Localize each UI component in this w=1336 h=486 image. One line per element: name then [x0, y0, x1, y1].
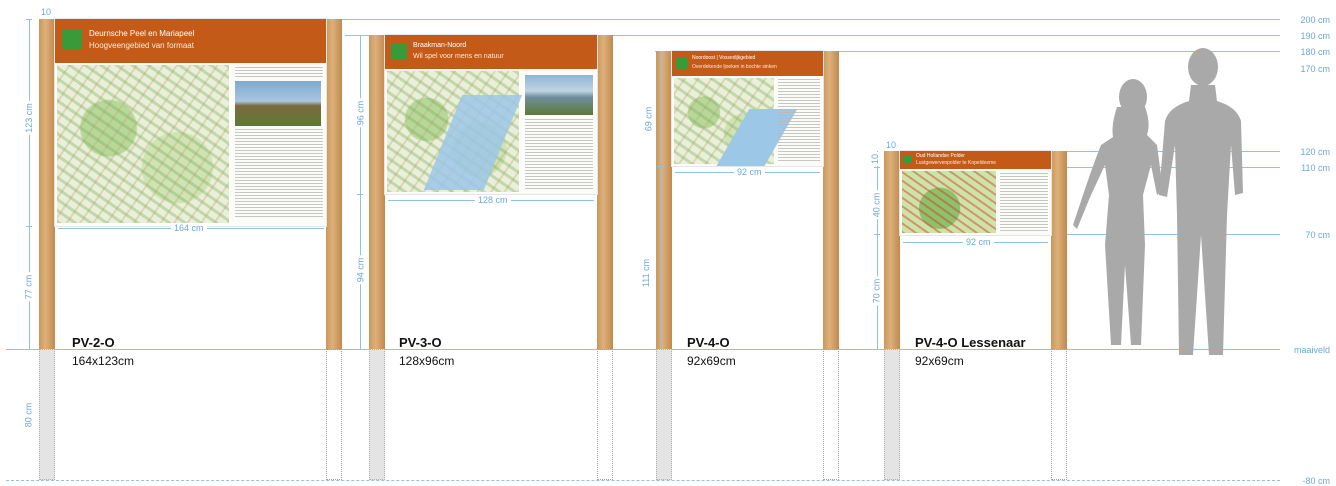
post-underground-right — [823, 349, 839, 480]
level-label-120: 120 cm — [1300, 147, 1330, 157]
leg-dim-label: 77 cm — [23, 272, 34, 302]
panel-title: Braakman-Noord — [413, 42, 467, 49]
panel-map — [57, 65, 229, 223]
post-left — [39, 19, 55, 349]
height-dim-label: 69 cm — [643, 104, 654, 134]
panel-text — [1000, 173, 1048, 231]
post-underground-right — [1051, 349, 1067, 480]
woman-silhouette-icon — [1073, 79, 1163, 345]
height-dim-label: 96 cm — [355, 98, 366, 128]
panel-subtitle: Overdekende ljoeken in bochte sinken — [692, 64, 777, 70]
panel-title: Oud Hollandse Polder — [916, 153, 965, 159]
dim-tick — [657, 166, 663, 167]
level-line-minus80 — [6, 480, 1280, 481]
panel-photo — [525, 75, 593, 115]
sign-size: 92x69cm — [687, 354, 736, 368]
level-label-200: 200 cm — [1300, 15, 1330, 25]
panel-subtitle: Hoogveengebied van formaat — [89, 41, 194, 50]
leg-dim-label: 94 cm — [355, 255, 366, 285]
post-right — [823, 51, 839, 349]
panel-text — [235, 67, 323, 79]
dim-tick — [874, 234, 880, 235]
post-left — [884, 151, 900, 349]
post-right — [597, 35, 613, 349]
level-label-minus80: -80 cm — [1302, 476, 1330, 486]
post-underground-right — [597, 349, 613, 480]
sign-model: PV-4-O — [687, 335, 730, 350]
people-silhouettes — [1073, 48, 1243, 355]
sign-size: 92x69cm — [915, 354, 964, 368]
sign-model: PV-2-O — [72, 335, 115, 350]
height-dim-line — [660, 51, 661, 349]
level-label-70: 70 cm — [1305, 230, 1330, 240]
man-silhouette-icon — [1159, 48, 1243, 355]
side-dim-label: 10 — [870, 151, 881, 167]
underground-dim-label: 80 cm — [23, 400, 34, 430]
width-dim-label: 164 cm — [171, 223, 207, 233]
sign-panel: Noordoost | Vossedijkgebied Overdekende … — [672, 51, 823, 166]
level-label-180: 180 cm — [1300, 47, 1330, 57]
level-label-190: 190 cm — [1300, 31, 1330, 41]
width-dim-label: 92 cm — [963, 237, 994, 247]
top-dim-label: 10 — [886, 140, 897, 150]
height-dim-label: 123 cm — [23, 101, 34, 135]
logo-icon — [62, 29, 82, 49]
panel-subtitle: Lustgewervenpolder te Kopeldeeme — [916, 160, 997, 166]
leg-dim-label: 111 cm — [641, 256, 652, 290]
logo-icon — [903, 155, 912, 164]
width-dim-label: 128 cm — [475, 195, 511, 205]
panel-header: Deurnsche Peel en Mariapeel Hoogveengebi… — [55, 19, 326, 63]
dim-tick — [874, 167, 880, 168]
level-label-170: 170 cm — [1300, 64, 1330, 74]
panel-map — [902, 171, 996, 233]
dim-tick — [26, 19, 32, 20]
dim-tick — [357, 194, 363, 195]
logo-icon — [391, 43, 407, 59]
leg-dim-label: 70 cm — [871, 276, 882, 306]
sign-size: 164x123cm — [72, 354, 135, 368]
sign-panel: Deurnsche Peel en Mariapeel Hoogveengebi… — [55, 19, 326, 226]
panel-header: Noordoost | Vossedijkgebied Overdekende … — [672, 51, 823, 76]
height-dim-label: 40 cm — [871, 190, 882, 220]
sign-size: 128x96cm — [399, 354, 455, 368]
post-underground-right — [326, 349, 342, 480]
panel-header: Braakman-Noord Wil spel voor mens en nat… — [385, 35, 597, 69]
logo-icon — [676, 57, 688, 69]
sign-panel: Braakman-Noord Wil spel voor mens en nat… — [385, 35, 597, 194]
panel-title: Noordoost | Vossedijkgebied — [692, 55, 756, 61]
panel-title: Deurnsche Peel en Mariapeel — [89, 29, 195, 38]
post-underground-left — [656, 349, 672, 480]
post-right — [326, 19, 342, 349]
level-label-ground: maaiveld — [1293, 345, 1330, 355]
width-dim-label: 92 cm — [734, 167, 765, 177]
panel-photo — [235, 81, 321, 126]
height-dim-line — [360, 35, 361, 349]
panel-text — [235, 129, 323, 219]
post-underground-left — [369, 349, 385, 480]
sign-panel: Oud Hollandse Polder Lustgewervenpolder … — [900, 151, 1051, 235]
dim-tick — [26, 226, 32, 227]
panel-text — [525, 119, 593, 189]
top-dim-label: 10 — [41, 7, 52, 17]
panel-header: Oud Hollandse Polder Lustgewervenpolder … — [900, 151, 1051, 169]
level-label-110: 110 cm — [1301, 163, 1330, 173]
post-underground-left — [39, 349, 55, 480]
panel-subtitle: Wil spel voor mens en natuur — [413, 53, 504, 60]
height-dim-line — [877, 151, 878, 349]
post-left — [369, 35, 385, 349]
sign-model: PV-3-O — [399, 335, 442, 350]
sign-model: PV-4-O Lessenaar — [915, 335, 1026, 350]
post-left — [656, 51, 672, 349]
post-underground-left — [884, 349, 900, 480]
panel-text — [778, 79, 820, 163]
